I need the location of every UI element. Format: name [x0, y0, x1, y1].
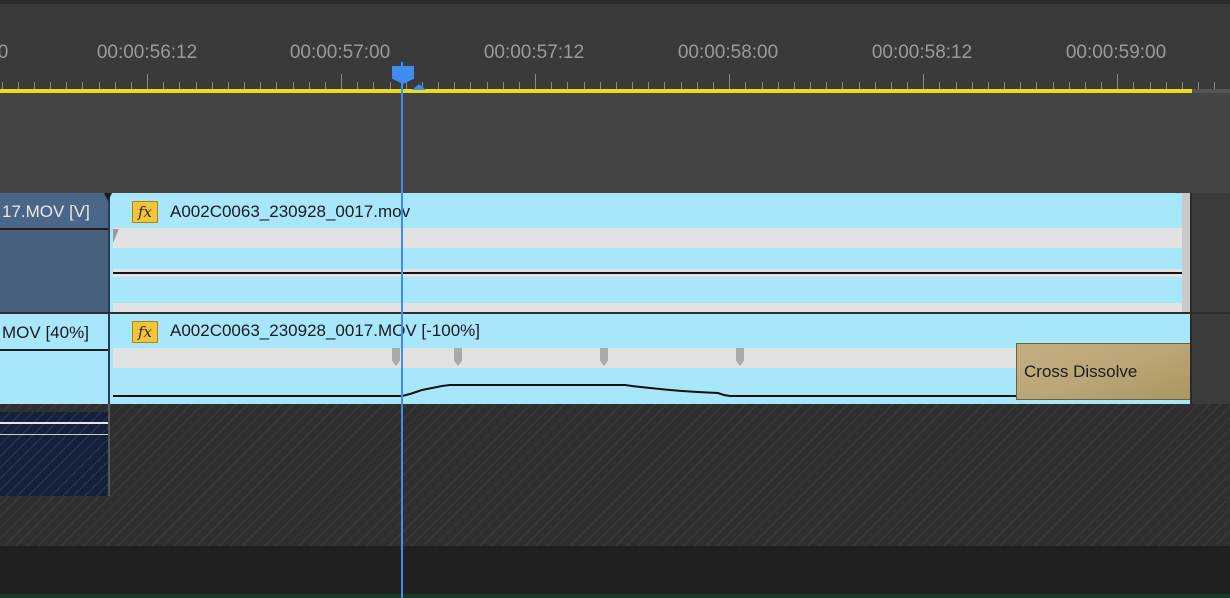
cross-dissolve-transition[interactable]: Cross Dissolve	[1016, 343, 1192, 400]
video-clip-gray-band	[113, 303, 1190, 312]
fx-badge-icon[interactable]: fx	[132, 201, 158, 223]
in-point-marker-icon	[412, 84, 426, 90]
empty-hatched-area	[0, 404, 1230, 546]
timecode-label: 00:00:58:12	[871, 42, 973, 63]
timecode-label: 00:00:57:00	[289, 42, 391, 63]
previous-video-clip[interactable]: 17.MOV [V]	[0, 193, 110, 312]
audio-track-empty	[1190, 314, 1230, 404]
transition-label: Cross Dissolve	[1024, 362, 1138, 381]
previous-audio-clip-label: MOV [40%]	[2, 323, 89, 342]
audio-clip[interactable]: fx A002C0063_230928_0017.MOV [-100%] Cro…	[110, 314, 1192, 404]
video-clip-end-edge[interactable]	[1182, 193, 1190, 312]
fx-badge-icon[interactable]: fx	[132, 321, 158, 343]
playhead-line[interactable]	[401, 62, 403, 598]
opacity-rubber-band[interactable]	[113, 272, 1190, 274]
clip-start-marker-icon	[104, 193, 112, 201]
clip-edge	[108, 404, 110, 496]
video-clip-name: A002C0063_230928_0017.mov	[170, 202, 411, 221]
video-clip[interactable]: fx A002C0063_230928_0017.mov	[104, 193, 1190, 312]
previous-clip-hatched	[0, 412, 110, 496]
bottom-track-area	[0, 546, 1230, 598]
timecode-label: 00:00:59:00	[1065, 42, 1167, 63]
audio-clip-name: A002C0063_230928_0017.MOV [-100%]	[170, 321, 481, 340]
time-ruler[interactable]: 0 00:00:56:12 00:00:57:00 00:00:57:12 00…	[0, 4, 1230, 90]
timecode-label: 00:00:56:12	[96, 42, 198, 63]
video-track-empty	[1190, 193, 1230, 312]
video-clip-gray-band	[113, 228, 1190, 248]
previous-audio-clip[interactable]: MOV [40%]	[0, 314, 110, 404]
timecode-label: 00:00:57:12	[483, 42, 585, 63]
empty-track-area	[0, 93, 1230, 193]
timecode-label: 00:00:58:00	[677, 42, 779, 63]
timecode-partial: 0	[0, 42, 9, 63]
bottom-edge	[0, 594, 1230, 598]
previous-video-clip-label: 17.MOV [V]	[2, 202, 90, 221]
